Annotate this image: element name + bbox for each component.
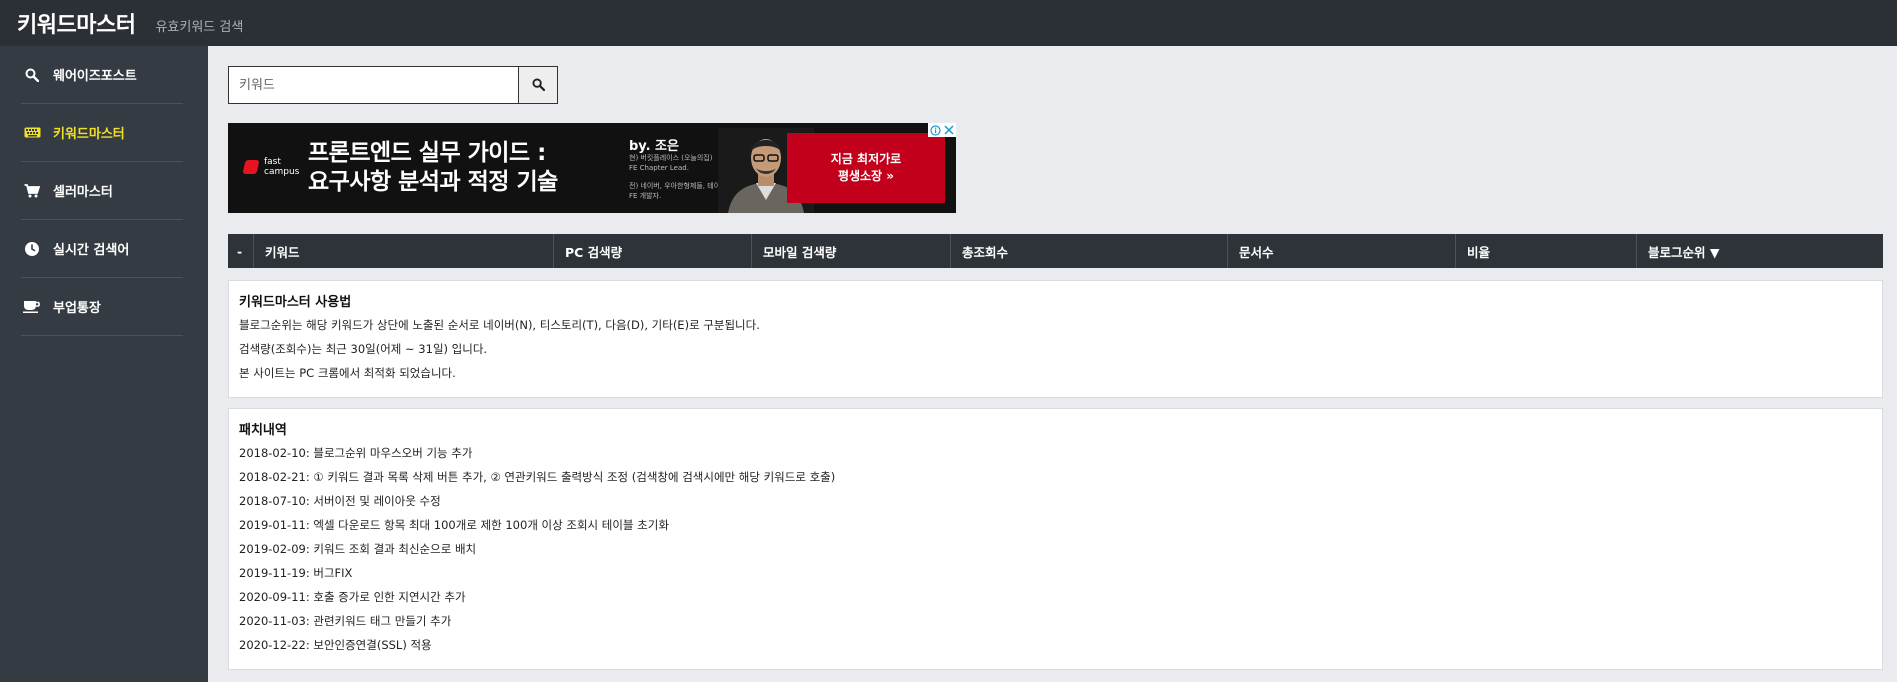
column-header-blog-rank[interactable]: 블로그순위 ▼ [1637,234,1883,268]
usage-title: 키워드마스터 사용법 [239,295,352,310]
patch-note: 2019-11-19: 버그FIX [239,566,353,580]
patch-note: 2019-01-11: 엑셀 다운로드 항목 최대 100개로 제한 100개 … [239,518,669,532]
ad-cta-button[interactable]: 지금 최저가로 평생소장 » [787,133,945,203]
column-header-ratio[interactable]: 비율 [1456,234,1637,268]
usage-line: 검색량(조회수)는 최근 30일(어제 ~ 31일) 입니다. [239,342,488,356]
cart-icon [21,183,43,199]
ad-author: by. 조은 [629,139,679,154]
sidebar-item-whereispost[interactable]: 웨어이즈포스트 [21,46,183,104]
column-header-total-views[interactable]: 총조회수 [951,234,1228,268]
column-header-keyword[interactable]: 키워드 [254,234,554,268]
ad-career-line: 전) 네이버, 우아한형제들, 테이블 [629,182,727,190]
ad-cta-line2: 평생소장 » [837,169,895,183]
patch-note: 2019-02-09: 키워드 조회 결과 최신순으로 배치 [239,542,477,556]
sidebar-item-sellermaster[interactable]: 셀러마스터 [21,162,183,220]
column-header-doc-count[interactable]: 문서수 [1228,234,1456,268]
patch-note: 2020-11-03: 관련키워드 태그 만들기 추가 [239,614,452,628]
ad-career-line: FE 개발자. [629,192,662,200]
patch-note: 2018-02-10: 블로그순위 마우스오버 기능 추가 [239,446,473,460]
search-bar [228,66,558,104]
column-header-pc-volume[interactable]: PC 검색량 [554,234,752,268]
sidebar: 웨어이즈포스트 키워드마스터 셀러마스터 실시간 검색어 부업통장 [0,46,208,682]
sidebar-item-label: 키워드마스터 [53,127,125,142]
ad-headline-line2: 요구사항 분석과 적정 기술 [308,169,558,195]
sidebar-item-side-income[interactable]: 부업통장 [21,278,183,336]
ad-logo-text: fast campus [264,157,300,177]
ad-headline: 프론트엔드 실무 가이드 : 요구사항 분석과 적정 기술 [308,139,558,197]
ad-banner[interactable]: fast campus 프론트엔드 실무 가이드 : 요구사항 분석과 적정 기… [228,123,956,213]
patch-notes-panel: 패치내역 2018-02-10: 블로그순위 마우스오버 기능 추가 2018-… [228,408,1883,670]
app-title[interactable]: 키워드마스터 [17,7,136,39]
ad-close-icon[interactable] [942,123,956,137]
usage-line: 본 사이트는 PC 크롬에서 최적화 되었습니다. [239,366,456,380]
patch-note: 2020-09-11: 호출 증가로 인한 지연시간 추가 [239,590,466,604]
ad-cta-line1: 지금 최저가로 [830,152,902,166]
patch-notes-title: 패치내역 [239,423,287,438]
ad-info-icon[interactable] [928,123,942,137]
fastcampus-logo-icon [242,160,260,174]
sidebar-item-label: 부업통장 [53,301,101,316]
top-bar: 키워드마스터 유효키워드 검색 [0,0,1897,46]
patch-note: 2018-07-10: 서버이전 및 레이아웃 수정 [239,494,441,508]
search-icon [21,67,43,83]
usage-panel: 키워드마스터 사용법 블로그순위는 해당 키워드가 상단에 노출된 순서로 네이… [228,280,1883,398]
ad-headline-line1: 프론트엔드 실무 가이드 : [308,140,546,166]
patch-note: 2018-02-21: ① 키워드 결과 목록 삭제 버튼 추가, ② 연관키워… [239,470,836,484]
search-icon [531,76,545,95]
ad-career-line: 현) 버킷플레이스 (오늘의집) [629,154,713,162]
column-header-index[interactable]: - [228,234,254,268]
sidebar-item-label: 셀러마스터 [53,185,113,200]
keyboard-icon [21,125,43,141]
patch-note: 2020-12-22: 보안인증연결(SSL) 적용 [239,638,432,652]
column-header-mobile-volume[interactable]: 모바일 검색량 [752,234,951,268]
ad-author-career-prev: 전) 네이버, 우아한형제들, 테이블 FE 개발자. [629,181,727,201]
sidebar-item-label: 웨어이즈포스트 [53,69,137,84]
coffee-icon [21,299,43,315]
ad-logo: fast campus [242,157,300,177]
app-subtitle: 유효키워드 검색 [155,19,244,35]
sidebar-item-realtime-search[interactable]: 실시간 검색어 [21,220,183,278]
usage-line: 블로그순위는 해당 키워드가 상단에 노출된 순서로 네이버(N), 티스토리(… [239,318,760,332]
keyword-table-header: - 키워드 PC 검색량 모바일 검색량 총조회수 문서수 비율 블로그순위 ▼ [228,234,1883,268]
search-button[interactable] [518,66,558,104]
clock-icon [21,241,43,257]
ad-author-career: 현) 버킷플레이스 (오늘의집) FE Chapter Lead. [629,153,712,173]
sidebar-item-keywordmaster[interactable]: 키워드마스터 [21,104,183,162]
search-input[interactable] [228,66,518,104]
ad-career-line: FE Chapter Lead. [629,164,689,172]
sidebar-item-label: 실시간 검색어 [53,243,130,258]
